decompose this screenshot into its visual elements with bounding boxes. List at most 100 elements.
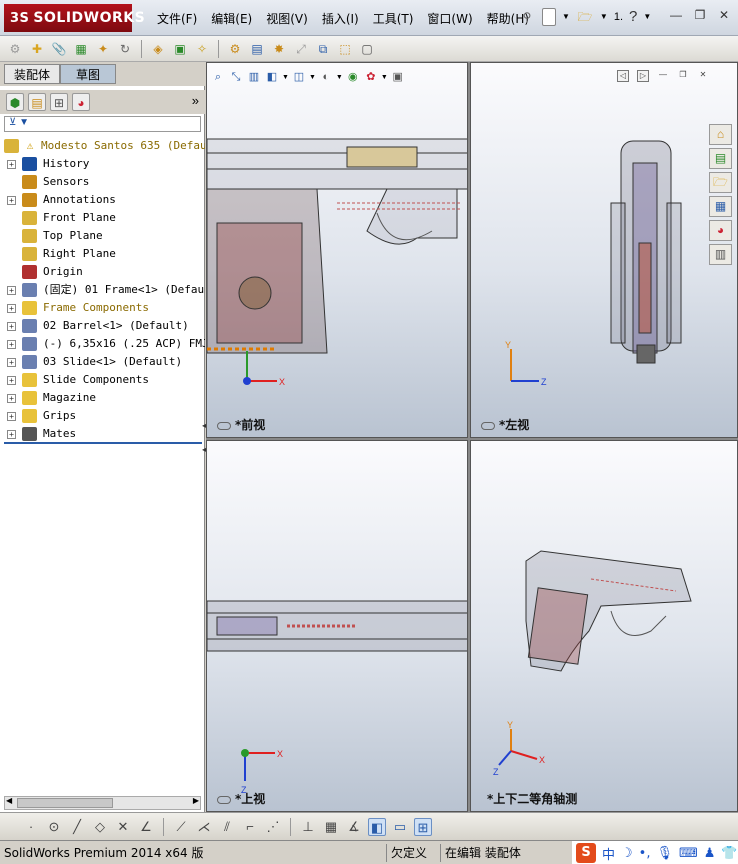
file-explorer-icon[interactable]: 🗁 — [709, 172, 732, 193]
mate-icon[interactable]: 📎 — [50, 40, 68, 58]
punctuation-icon[interactable]: •, — [639, 846, 651, 861]
scroll-left-icon[interactable]: ◀ — [6, 796, 12, 805]
line-icon[interactable]: ╱ — [68, 818, 86, 836]
menu-file[interactable]: 文件(F) — [150, 10, 204, 27]
viewport-minimize-icon[interactable]: — — [657, 70, 669, 82]
zoom-to-fit-icon[interactable]: ⌕ — [210, 69, 226, 85]
tab-assembly[interactable]: 装配体 — [4, 64, 60, 84]
open-icon[interactable]: 🗁 — [576, 8, 594, 26]
insert-component-icon[interactable]: ✚ — [28, 40, 46, 58]
new-motion-study-icon[interactable]: ⚙ — [226, 40, 244, 58]
edit-appearance-icon[interactable]: ✿ — [363, 69, 379, 85]
expand-icon[interactable]: + — [7, 286, 16, 295]
solidworks-logo[interactable]: 3S SOLIDWORKS — [4, 4, 145, 32]
feature-tree-icon[interactable]: ⬢ — [6, 93, 24, 111]
dropdown-icon[interactable]: ▼ — [282, 74, 289, 81]
rollback-bar[interactable] — [4, 442, 202, 444]
tree-item[interactable]: + Magazine — [0, 389, 205, 407]
design-library-icon[interactable]: ▤ — [709, 148, 732, 169]
view-orientation-icon[interactable]: ◫ — [291, 69, 307, 85]
custom-properties-icon[interactable]: ▥ — [709, 244, 732, 265]
view-palette-icon[interactable]: ▦ — [709, 196, 732, 217]
ime-language[interactable]: 中 — [602, 844, 615, 863]
expand-icon[interactable]: + — [7, 412, 16, 421]
interference-detection-icon[interactable]: ⧉ — [314, 40, 332, 58]
expand-icon[interactable]: + — [7, 322, 16, 331]
viewport-isometric[interactable]: Y X Z *上下二等角轴测 — [470, 440, 738, 812]
menu-edit[interactable]: 编辑(E) — [204, 10, 259, 27]
dimension-icon[interactable]: ⊥ — [299, 818, 317, 836]
shaded-view-icon[interactable]: ◧ — [368, 817, 386, 836]
edit-component-icon[interactable]: ⚙ — [6, 40, 24, 58]
expand-icon[interactable]: + — [7, 376, 16, 385]
property-manager-icon[interactable]: ▤ — [28, 93, 46, 111]
grid-icon[interactable]: ▦ — [322, 818, 340, 836]
show-hidden-icon[interactable]: ◈ — [149, 40, 167, 58]
filter-dropdown-icon[interactable]: ▼ — [19, 117, 29, 128]
move-component-icon[interactable]: ↻ — [116, 40, 134, 58]
exploded-view-icon[interactable]: ✸ — [270, 40, 288, 58]
restore-icon[interactable]: ❐ — [692, 8, 708, 22]
display-style-icon[interactable]: ◐ — [318, 69, 334, 85]
relation-icon[interactable]: ∡ — [345, 818, 363, 836]
viewport-left[interactable]: Y Z *左视 — [470, 62, 738, 438]
tree-filter[interactable]: ⊻ ▼ — [4, 116, 201, 132]
sogou-logo-icon[interactable]: S — [576, 843, 596, 863]
horizontal-scrollbar[interactable]: ◀ ▶ — [4, 796, 201, 810]
tree-root[interactable]: ⚠ Modesto Santos 635 (Defaul — [0, 137, 205, 155]
home-icon[interactable]: ⌂ — [709, 124, 732, 145]
reference-geometry-icon[interactable]: ✧ — [193, 40, 211, 58]
new-dropdown-icon[interactable]: ▼ — [562, 8, 570, 26]
link-views-icon[interactable]: ◁ — [617, 70, 629, 82]
expand-icon[interactable]: + — [7, 358, 16, 367]
angle-icon[interactable]: ∠ — [137, 818, 155, 836]
hide-show-icon[interactable]: ◉ — [345, 69, 361, 85]
instant3d-icon[interactable]: ▢ — [358, 40, 376, 58]
expand-panel-icon[interactable]: » — [192, 93, 199, 108]
viewport-restore-icon[interactable]: ❐ — [677, 70, 689, 82]
circle-icon[interactable]: ⊙ — [45, 818, 63, 836]
link-views-icon[interactable]: ▷ — [637, 70, 649, 82]
viewport-top[interactable]: X Z *上视 — [206, 440, 468, 812]
tree-item[interactable]: + (固定) 01 Frame<1> (Default — [0, 281, 205, 299]
skin-icon[interactable]: 👕 — [721, 846, 737, 861]
open-dropdown-icon[interactable]: ▼ — [600, 8, 608, 26]
zoom-to-area-icon[interactable]: ⤡ — [228, 69, 244, 85]
voice-icon[interactable]: 🎙 — [656, 846, 673, 861]
linear-pattern-icon[interactable]: ▦ — [72, 40, 90, 58]
menu-tools[interactable]: 工具(T) — [366, 10, 421, 27]
point-icon[interactable]: · — [22, 818, 40, 836]
tree-item[interactable]: Right Plane — [0, 245, 205, 263]
expand-icon[interactable]: + — [7, 304, 16, 313]
tree-item[interactable]: + Mates — [0, 425, 205, 443]
pin-icon[interactable]: ⚲ — [518, 8, 536, 26]
assembly-features-icon[interactable]: ▣ — [171, 40, 189, 58]
expand-icon[interactable]: + — [7, 196, 16, 205]
clearance-verification-icon[interactable]: ⬚ — [336, 40, 354, 58]
viewport-close-icon[interactable]: ✕ — [697, 70, 709, 82]
menu-window[interactable]: 窗口(W) — [420, 10, 479, 27]
tree-item[interactable]: Top Plane — [0, 227, 205, 245]
new-document-icon[interactable] — [542, 8, 556, 26]
corner-icon[interactable]: ⌐ — [241, 818, 259, 836]
expand-icon[interactable]: + — [7, 430, 16, 439]
single-view-icon[interactable]: ▭ — [391, 818, 409, 836]
tree-item[interactable]: + Frame Components — [0, 299, 205, 317]
mirror-icon[interactable]: ⋌ — [195, 818, 213, 836]
construction-line-icon[interactable]: ⋰ — [264, 818, 282, 836]
tree-item[interactable]: + Annotations — [0, 191, 205, 209]
previous-view-icon[interactable]: ▥ — [246, 69, 262, 85]
dropdown-icon[interactable]: ▼ — [381, 74, 388, 81]
tab-sketch[interactable]: 草图 — [60, 64, 116, 84]
section-view-icon[interactable]: ◧ — [264, 69, 280, 85]
display-pane-icon[interactable] — [481, 421, 495, 430]
explode-line-sketch-icon[interactable]: ⤢ — [292, 40, 310, 58]
keyboard-icon[interactable]: ⌨ — [679, 846, 698, 861]
tree-item[interactable]: Origin — [0, 263, 205, 281]
tree-item[interactable]: + (-) 6,35x16 (.25 ACP) FMJ ( — [0, 335, 205, 353]
scroll-right-icon[interactable]: ▶ — [193, 796, 199, 805]
close-icon[interactable]: ✕ — [716, 8, 732, 22]
tree-item[interactable]: + Slide Components — [0, 371, 205, 389]
tree-item[interactable]: Front Plane — [0, 209, 205, 227]
help-icon[interactable]: ? — [629, 8, 637, 26]
